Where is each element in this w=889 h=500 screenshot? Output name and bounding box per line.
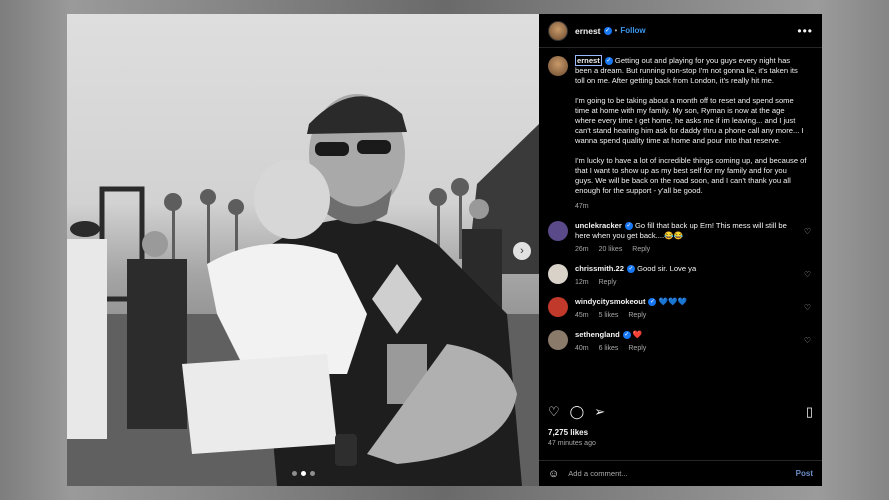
caption-time: 47m (575, 203, 589, 210)
comment-likes[interactable]: 20 likes (599, 246, 623, 253)
comment-item: windycitysmokeout ✓ 💙💙💙 45m 5 likes Reply… (548, 297, 813, 321)
carousel-next-button[interactable]: › (513, 242, 531, 260)
comment-likes[interactable]: 5 likes (599, 312, 619, 319)
verified-badge-icon: ✓ (603, 26, 612, 35)
comment-time: 45m (575, 312, 589, 319)
comment-time: 12m (575, 279, 589, 286)
comment-avatar[interactable] (548, 297, 568, 317)
caption-paragraph: I'm going to be taking about a month off… (575, 96, 804, 145)
likes-count[interactable]: 7,275 likes (548, 428, 588, 437)
comment-text: 💙💙💙 (658, 297, 687, 306)
comment-item: unclekracker ✓ Go fill that back up Ern! … (548, 221, 813, 255)
comment-avatar[interactable] (548, 264, 568, 284)
comment-icon[interactable]: ◯ (570, 404, 585, 420)
verified-badge-icon: ✓ (626, 265, 635, 273)
follow-button[interactable]: Follow (620, 26, 645, 35)
comment-like-heart-icon[interactable]: ♡ (804, 303, 811, 312)
comment-time: 26m (575, 246, 589, 253)
comment-avatar[interactable] (548, 221, 568, 241)
comment-reply-button[interactable]: Reply (599, 279, 617, 286)
comment-username[interactable]: unclekracker (575, 221, 622, 230)
comment-like-heart-icon[interactable]: ♡ (804, 227, 811, 236)
instagram-post-modal: › ernest ✓ • Follow ••• ernest ✓ Getting … (67, 14, 822, 486)
comment-username[interactable]: chrissmith.22 (575, 264, 624, 273)
post-time-ago: 47 minutes ago (548, 440, 596, 447)
comment-time: 40m (575, 345, 589, 352)
comment-username[interactable]: windycitysmokeout (575, 297, 645, 306)
author-avatar[interactable] (548, 20, 568, 41)
add-comment-input[interactable] (568, 469, 796, 478)
carousel-dot-active[interactable] (300, 471, 306, 476)
heart-icon[interactable]: ♡ (548, 404, 560, 420)
comment-reply-button[interactable]: Reply (632, 246, 650, 253)
emoji-icon[interactable]: ☺ (548, 468, 559, 480)
bookmark-icon[interactable]: ▯ (806, 404, 813, 420)
post-photo-illustration (67, 14, 539, 486)
comment-avatar[interactable] (548, 330, 568, 350)
comment-likes[interactable]: 6 likes (599, 345, 619, 352)
verified-badge-icon: ✓ (622, 331, 631, 339)
post-photo: › (67, 14, 539, 486)
post-header: ernest ✓ • Follow ••• (539, 14, 822, 48)
caption-paragraph: I'm lucky to have a lot of incredible th… (575, 156, 807, 195)
more-options-icon[interactable]: ••• (797, 24, 813, 38)
verified-badge-icon: ✓ (648, 298, 657, 306)
add-comment-bar: ☺ Post (539, 460, 822, 486)
comments-scroll-area[interactable]: ernest ✓ Getting out and playing for you … (539, 48, 822, 398)
header-separator: • (614, 26, 618, 35)
caption: ernest ✓ Getting out and playing for you … (548, 55, 813, 212)
post-comment-button[interactable]: Post (796, 469, 813, 478)
comment-item: sethengland ✓ ❤️ 40m 6 likes Reply ♡ (548, 330, 813, 354)
post-side-panel: ernest ✓ • Follow ••• ernest ✓ Getting ou… (539, 14, 822, 486)
share-icon[interactable]: ➢ (594, 404, 605, 420)
caption-text: ernest ✓ Getting out and playing for you … (575, 55, 807, 212)
carousel-dot[interactable] (291, 471, 297, 476)
carousel-dot[interactable] (309, 471, 315, 476)
caption-username[interactable]: ernest (575, 55, 602, 66)
comment-text: Good sir. Love ya (637, 264, 697, 273)
comment-username[interactable]: sethengland (575, 330, 620, 339)
caption-avatar[interactable] (548, 56, 568, 76)
comment-reply-button[interactable]: Reply (628, 345, 646, 352)
author-username[interactable]: ernest (575, 26, 601, 36)
comment-text: ❤️ (632, 330, 643, 339)
comment-item: chrissmith.22 ✓ Good sir. Love ya 12m Rep… (548, 264, 813, 288)
comment-reply-button[interactable]: Reply (628, 312, 646, 319)
comment-like-heart-icon[interactable]: ♡ (804, 336, 811, 345)
post-actions-bar: ♡ ◯ ➢ ▯ (548, 404, 813, 420)
verified-badge-icon: ✓ (624, 222, 633, 230)
comment-like-heart-icon[interactable]: ♡ (804, 270, 811, 279)
verified-badge-icon: ✓ (604, 57, 613, 65)
carousel-dots (67, 471, 539, 476)
